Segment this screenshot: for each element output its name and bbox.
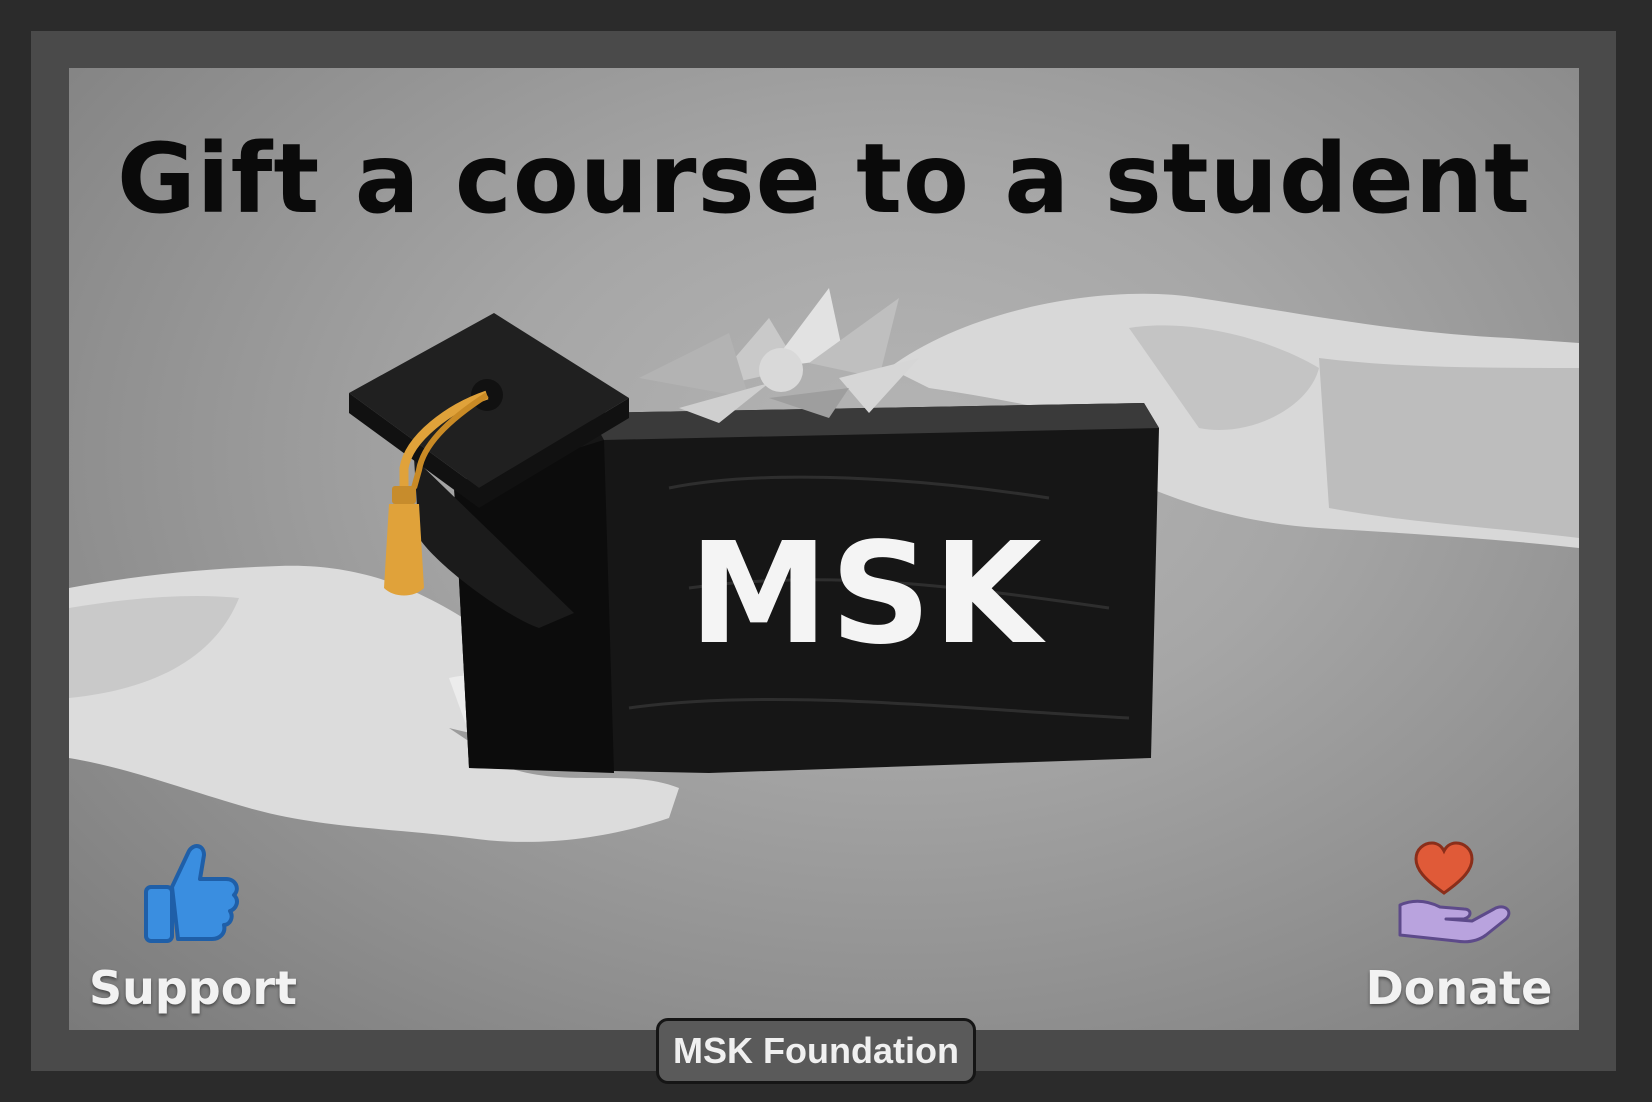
donate-label: Donate	[1365, 961, 1553, 1015]
banner-title: Gift a course to a student	[116, 123, 1532, 235]
support-button[interactable]: Support	[89, 839, 298, 1015]
donate-button[interactable]: Donate	[1359, 839, 1559, 1015]
support-label: Support	[89, 961, 298, 1015]
heart-on-hand-icon	[1398, 841, 1511, 944]
silver-bow	[639, 288, 919, 423]
gift-box-label: MSK	[689, 513, 1044, 676]
thumbs-up-icon	[144, 844, 239, 943]
msk-foundation-tab[interactable]: MSK Foundation	[656, 1018, 976, 1084]
banner-image: Gift a course to a student MSK Support D…	[69, 68, 1579, 1030]
